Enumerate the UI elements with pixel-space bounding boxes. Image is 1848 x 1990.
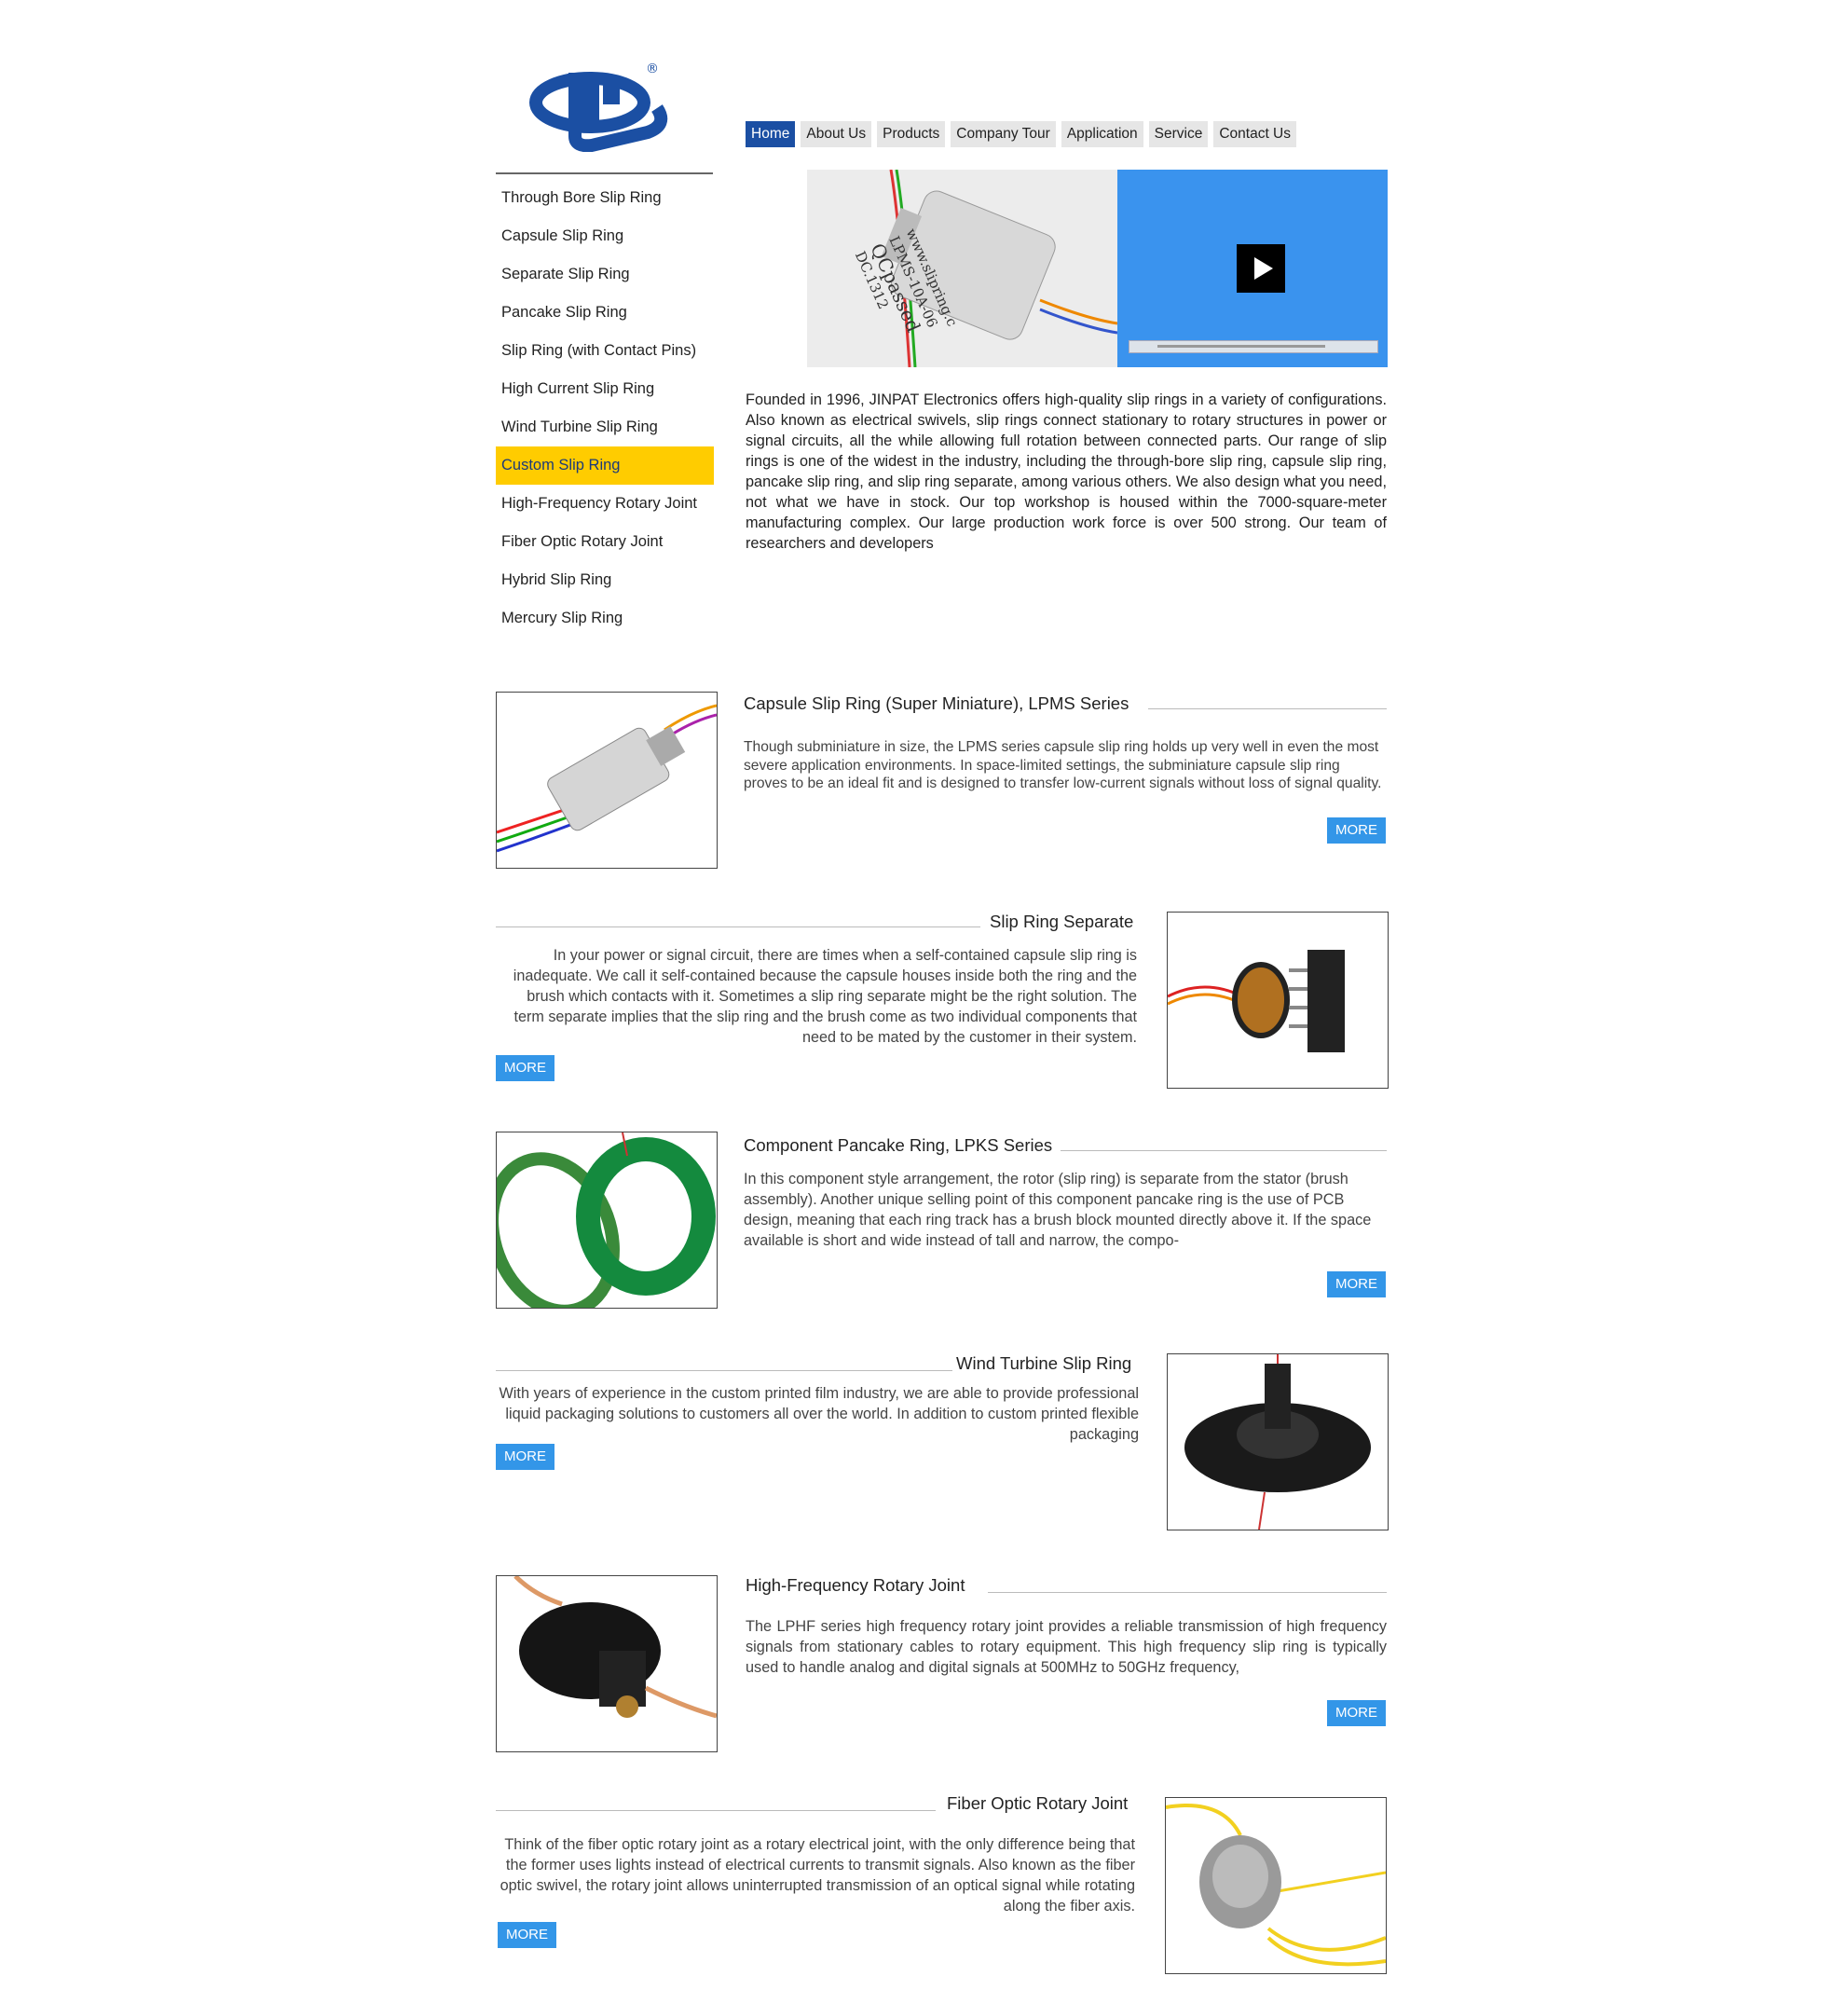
product-desc-fiber-optic: Think of the fiber optic rotary joint as… xyxy=(500,1836,1135,1915)
sidebar-item-wind-turbine[interactable]: Wind Turbine Slip Ring xyxy=(496,408,714,446)
product-image-capsule[interactable] xyxy=(496,692,718,869)
sidebar-item-high-frequency[interactable]: High-Frequency Rotary Joint xyxy=(496,485,714,523)
product-title-rule xyxy=(496,1370,952,1371)
product-desc-pancake: In this component style arrangement, the… xyxy=(744,1171,1372,1249)
more-button-separate[interactable]: MORE xyxy=(496,1055,554,1081)
product-image-separate[interactable] xyxy=(1167,912,1389,1089)
product-title-rule xyxy=(1148,708,1387,709)
nav-company-tour[interactable]: Company Tour xyxy=(951,121,1056,147)
hero-product-image: www.slipring.c LPMS-10A-06 QCpassed DC.1… xyxy=(807,170,1117,367)
more-button-high-frequency[interactable]: MORE xyxy=(1327,1700,1386,1726)
product-title-fiber-optic[interactable]: Fiber Optic Rotary Joint xyxy=(947,1793,1128,1814)
sidebar-item-capsule[interactable]: Capsule Slip Ring xyxy=(496,217,714,255)
company-intro: Founded in 1996, JINPAT Electronics offe… xyxy=(746,391,1387,552)
sidebar-top-rule xyxy=(496,172,713,174)
product-category-sidebar: Through Bore Slip Ring Capsule Slip Ring… xyxy=(496,179,714,638)
product-title-pancake[interactable]: Component Pancake Ring, LPKS Series xyxy=(744,1135,1052,1156)
product-title-rule xyxy=(496,1810,936,1811)
more-button-fiber-optic[interactable]: MORE xyxy=(498,1922,556,1948)
product-title-rule xyxy=(1061,1150,1387,1151)
sidebar-item-contact-pins[interactable]: Slip Ring (with Contact Pins) xyxy=(496,332,714,370)
more-button-pancake[interactable]: MORE xyxy=(1327,1271,1386,1297)
more-button-capsule[interactable]: MORE xyxy=(1327,817,1386,844)
sidebar-item-through-bore[interactable]: Through Bore Slip Ring xyxy=(496,179,714,217)
sidebar-item-separate[interactable]: Separate Slip Ring xyxy=(496,255,714,294)
product-image-pancake[interactable] xyxy=(496,1132,718,1309)
video-seek-track[interactable] xyxy=(1157,345,1325,348)
product-title-rule xyxy=(496,926,980,927)
sidebar-item-mercury[interactable]: Mercury Slip Ring xyxy=(496,599,714,638)
product-desc-wind-turbine: With years of experience in the custom p… xyxy=(499,1385,1139,1443)
video-player[interactable] xyxy=(1117,170,1388,367)
product-image-fiber-optic[interactable] xyxy=(1165,1797,1387,1974)
more-button-wind-turbine[interactable]: MORE xyxy=(496,1444,554,1470)
play-icon[interactable] xyxy=(1237,244,1285,293)
product-image-high-frequency[interactable] xyxy=(496,1575,718,1752)
nav-contact-us[interactable]: Contact Us xyxy=(1213,121,1296,147)
registered-mark: ® xyxy=(646,62,659,76)
company-logo[interactable]: ® xyxy=(517,62,676,152)
product-title-rule xyxy=(988,1592,1387,1593)
product-title-wind-turbine[interactable]: Wind Turbine Slip Ring xyxy=(956,1353,1131,1374)
sidebar-item-pancake[interactable]: Pancake Slip Ring xyxy=(496,294,714,332)
video-controls[interactable] xyxy=(1129,340,1378,353)
nav-about-us[interactable]: About Us xyxy=(801,121,872,147)
product-title-high-frequency[interactable]: High-Frequency Rotary Joint xyxy=(746,1575,965,1596)
nav-application[interactable]: Application xyxy=(1061,121,1143,147)
product-image-wind-turbine[interactable] xyxy=(1167,1353,1389,1530)
sidebar-item-fiber-optic[interactable]: Fiber Optic Rotary Joint xyxy=(496,523,714,561)
main-nav: Home About Us Products Company Tour Appl… xyxy=(746,121,1296,147)
sidebar-item-hybrid[interactable]: Hybrid Slip Ring xyxy=(496,561,714,599)
product-desc-separate: In your power or signal circuit, there a… xyxy=(513,947,1137,1046)
product-title-separate[interactable]: Slip Ring Separate xyxy=(990,912,1133,932)
sidebar-item-custom[interactable]: Custom Slip Ring xyxy=(496,446,714,485)
nav-products[interactable]: Products xyxy=(877,121,946,147)
product-desc-capsule: Though subminiature in size, the LPMS se… xyxy=(744,739,1382,791)
nav-home[interactable]: Home xyxy=(746,121,796,147)
sidebar-item-high-current[interactable]: High Current Slip Ring xyxy=(496,370,714,408)
nav-service[interactable]: Service xyxy=(1148,121,1209,147)
product-title-capsule[interactable]: Capsule Slip Ring (Super Miniature), LPM… xyxy=(744,693,1129,714)
product-desc-high-frequency: The LPHF series high frequency rotary jo… xyxy=(746,1618,1387,1676)
